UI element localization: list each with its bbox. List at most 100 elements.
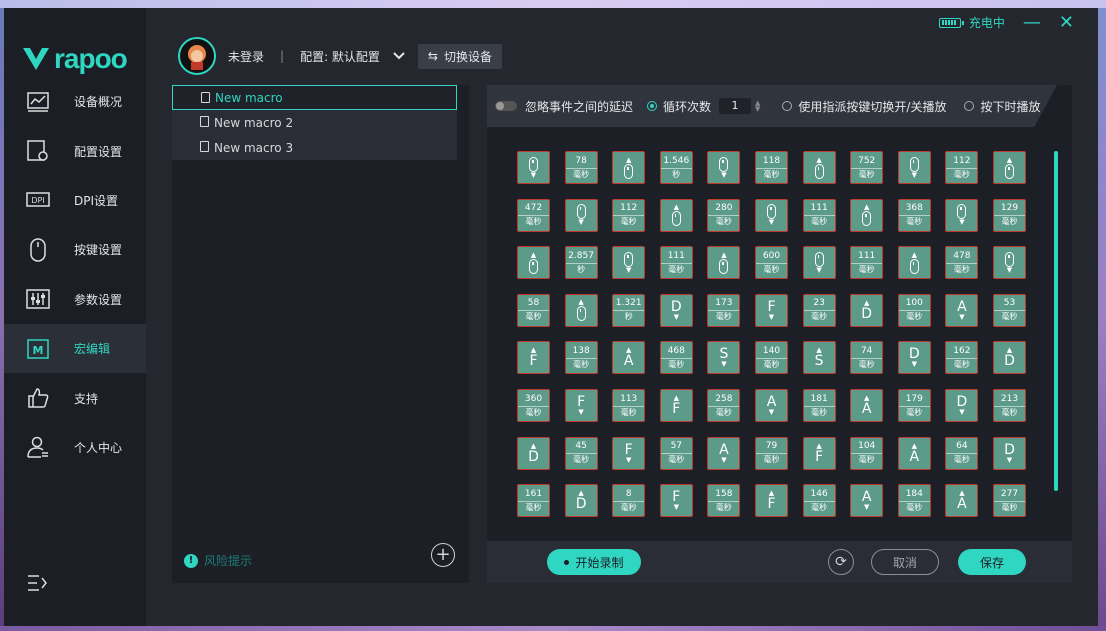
mouse-event[interactable]: ▲	[850, 198, 884, 232]
close-button[interactable]: ✕	[1059, 13, 1074, 31]
key-event[interactable]: ▲ A	[850, 389, 884, 422]
key-event[interactable]: D ▼	[993, 436, 1026, 470]
chevron-down-icon[interactable]	[392, 49, 406, 63]
press-play-option[interactable]: 按下时播放	[964, 98, 1040, 115]
delay-event[interactable]: 138 毫秒	[564, 341, 598, 375]
delay-event[interactable]: 112 毫秒	[945, 151, 979, 184]
delay-event[interactable]: 258 毫秒	[707, 389, 741, 422]
mouse-event[interactable]: ▲	[897, 246, 931, 280]
delay-event[interactable]: 104 毫秒	[850, 436, 884, 470]
key-event[interactable]: D ▼	[945, 389, 979, 422]
delay-event[interactable]: 360 毫秒	[517, 389, 550, 422]
delay-event[interactable]: 478 毫秒	[945, 246, 979, 280]
refresh-button[interactable]: ⟳	[828, 549, 854, 575]
key-event[interactable]: A ▼	[755, 389, 788, 422]
sidebar-item-profile[interactable]: 个人中心	[4, 423, 146, 472]
delay-event[interactable]: 111 毫秒	[659, 246, 693, 280]
delay-event[interactable]: 158 毫秒	[707, 484, 741, 518]
config-label[interactable]: 配置: 默认配置	[300, 48, 380, 65]
delay-event[interactable]: 53 毫秒	[993, 293, 1026, 327]
key-event[interactable]: ▲ D	[517, 436, 550, 470]
switch-device-button[interactable]: ⇆ 切换设备	[417, 43, 502, 69]
delay-event[interactable]: 129 毫秒	[993, 198, 1026, 232]
delay-event[interactable]: 146 毫秒	[802, 484, 836, 518]
delay-event[interactable]: 1.546 秒	[659, 151, 693, 184]
delay-event[interactable]: 173 毫秒	[707, 293, 741, 327]
key-event[interactable]: ▲ F	[659, 389, 693, 422]
delay-event[interactable]: 45 毫秒	[564, 436, 598, 470]
save-button[interactable]: 保存	[958, 549, 1026, 575]
key-event[interactable]: ▲ F	[755, 484, 788, 518]
delay-event[interactable]: 58 毫秒	[517, 293, 550, 327]
mouse-event[interactable]: ▼	[564, 198, 598, 232]
delay-event[interactable]: 112 毫秒	[612, 198, 646, 232]
sidebar-item-support[interactable]: 支持	[4, 373, 146, 422]
macro-item[interactable]: New macro 2	[172, 110, 457, 135]
sidebar-item-dpi[interactable]: DPI DPI设置	[4, 176, 146, 225]
sidebar-item-buttons[interactable]: 按键设置	[4, 225, 146, 274]
scrollbar[interactable]	[1054, 151, 1058, 491]
stepper-icon[interactable]: ▲ ▼	[755, 100, 760, 113]
avatar[interactable]	[178, 37, 216, 75]
login-status[interactable]: 未登录	[228, 48, 264, 65]
key-event[interactable]: ▲ A	[945, 484, 979, 518]
key-event[interactable]: F ▼	[564, 389, 598, 422]
mouse-event[interactable]: ▲	[993, 151, 1026, 184]
delay-event[interactable]: 100 毫秒	[897, 293, 931, 327]
key-event[interactable]: A ▼	[945, 293, 979, 327]
delay-event[interactable]: 23 毫秒	[802, 293, 836, 327]
key-event[interactable]: S ▼	[707, 341, 741, 375]
delay-event[interactable]: 113 毫秒	[612, 389, 646, 422]
mouse-event[interactable]: ▲	[659, 198, 693, 232]
delay-event[interactable]: 79 毫秒	[755, 436, 788, 470]
risk-hint[interactable]: ! 风险提示	[184, 552, 252, 569]
delay-event[interactable]: 277 毫秒	[993, 484, 1026, 518]
mouse-event[interactable]: ▼	[707, 151, 741, 184]
mouse-event[interactable]: ▼	[517, 151, 550, 184]
delay-event[interactable]: 184 毫秒	[897, 484, 931, 518]
delay-event[interactable]: 118 毫秒	[755, 151, 788, 184]
key-event[interactable]: ▲ D	[850, 293, 884, 327]
delay-event[interactable]: 179 毫秒	[897, 389, 931, 422]
sidebar-item-macro[interactable]: M 宏编辑	[4, 323, 146, 374]
delay-event[interactable]: 8 毫秒	[612, 484, 646, 518]
delay-event[interactable]: 111 毫秒	[802, 198, 836, 232]
key-event[interactable]: A ▼	[850, 484, 884, 518]
key-event[interactable]: ▲ A	[612, 341, 646, 375]
mouse-event[interactable]: ▲	[612, 151, 646, 184]
start-record-button[interactable]: 开始录制	[547, 549, 641, 575]
sidebar-item-device-overview[interactable]: 设备概况	[4, 77, 146, 126]
mouse-event[interactable]: ▲	[564, 293, 598, 327]
mouse-event[interactable]: ▼	[897, 151, 931, 184]
key-event[interactable]: F ▼	[755, 293, 788, 327]
key-event[interactable]: F ▼	[659, 484, 693, 518]
sidebar-item-config[interactable]: 配置设置	[4, 126, 146, 175]
mouse-event[interactable]: ▲	[707, 246, 741, 280]
toggle-play-option[interactable]: 使用指派按键切换开/关播放	[782, 98, 946, 115]
mouse-event[interactable]: ▼	[945, 198, 979, 232]
mouse-event[interactable]: ▼	[755, 198, 788, 232]
key-event[interactable]: ▲ D	[993, 341, 1026, 375]
key-event[interactable]: ▲ A	[897, 436, 931, 470]
delay-event[interactable]: 162 毫秒	[945, 341, 979, 375]
key-event[interactable]: D ▼	[897, 341, 931, 375]
mouse-event[interactable]: ▼	[993, 246, 1026, 280]
delay-event[interactable]: 74 毫秒	[850, 341, 884, 375]
delay-event[interactable]: 472 毫秒	[517, 198, 550, 232]
delay-event[interactable]: 181 毫秒	[802, 389, 836, 422]
key-event[interactable]: A ▼	[707, 436, 741, 470]
ignore-delay-toggle[interactable]: 忽略事件之间的延迟	[495, 98, 633, 115]
delay-event[interactable]: 368 毫秒	[897, 198, 931, 232]
loop-count-input[interactable]: 1	[719, 98, 752, 114]
collapse-sidebar-icon[interactable]	[26, 574, 50, 598]
delay-event[interactable]: 213 毫秒	[993, 389, 1026, 422]
key-event[interactable]: ▲ F	[802, 436, 836, 470]
delay-event[interactable]: 752 毫秒	[850, 151, 884, 184]
delay-event[interactable]: 140 毫秒	[755, 341, 788, 375]
mouse-event[interactable]: ▲	[517, 246, 550, 280]
macro-item[interactable]: New macro	[172, 85, 457, 110]
delay-event[interactable]: 161 毫秒	[517, 484, 550, 518]
key-event[interactable]: ▲ F	[517, 341, 550, 375]
key-event[interactable]: F ▼	[612, 436, 646, 470]
delay-event[interactable]: 64 毫秒	[945, 436, 979, 470]
